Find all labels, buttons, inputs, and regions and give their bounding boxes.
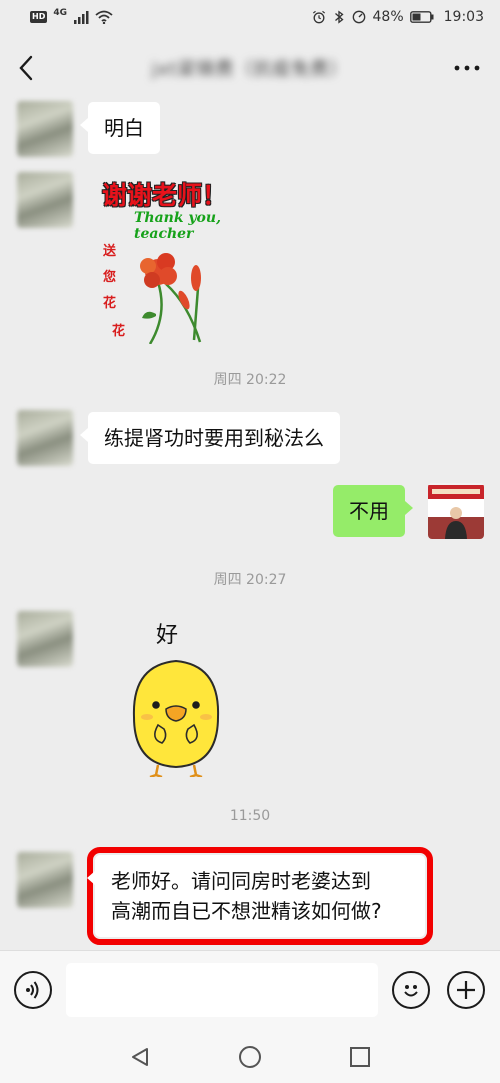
bluetooth-icon [334, 10, 344, 24]
plus-icon [457, 981, 475, 999]
sticker-char: 花 [103, 296, 117, 311]
flower-icon [140, 253, 202, 344]
sticker-title: 谢谢老师！ [102, 181, 228, 210]
message-bubble-received[interactable]: 练提肾功时要用到秘法么 [80, 412, 340, 464]
back-triangle-icon [132, 1047, 148, 1066]
nav-back-button[interactable] [125, 1042, 155, 1072]
contact-avatar[interactable] [17, 852, 73, 908]
message-bubble-received[interactable]: 明白 [80, 102, 160, 154]
emoji-button[interactable] [392, 971, 430, 1009]
timestamp: 周四 20:22 [213, 372, 287, 388]
signal-icon [74, 11, 89, 24]
message-input[interactable] [66, 963, 378, 1017]
sticker-char: 送 [103, 244, 117, 259]
nav-recents-button[interactable] [345, 1042, 375, 1072]
home-circle-icon [239, 1045, 261, 1068]
contact-avatar[interactable] [17, 101, 73, 157]
clock: 19:03 [443, 9, 484, 25]
timestamp: 周四 20:27 [213, 572, 287, 588]
message-list[interactable]: 明白 谢谢老师！ Thank you, teacher 送 您 花 花 周四 2… [0, 98, 500, 950]
sticker-char: 花 [112, 324, 126, 339]
my-avatar[interactable] [428, 483, 484, 539]
message-line: 老师好。请问同房时老婆达到 [111, 869, 371, 893]
more-dots-icon [454, 65, 480, 71]
nav-home-button[interactable] [235, 1042, 265, 1072]
wifi-icon [95, 10, 113, 24]
status-right: 48% 19:03 [311, 9, 484, 25]
contact-avatar[interactable] [17, 410, 73, 466]
status-bar: HD 4G 48% 19:03 [0, 0, 500, 34]
back-button[interactable] [18, 48, 48, 88]
recents-square-icon [350, 1046, 370, 1067]
sticker-label: 好 [156, 623, 179, 648]
voice-button[interactable] [14, 971, 52, 1009]
duck-sticker[interactable]: 好 [120, 613, 240, 778]
battery-percent: 48% [372, 9, 404, 25]
duck-icon [132, 659, 220, 777]
chevron-left-icon [19, 55, 33, 81]
speed-gauge-icon [352, 10, 365, 24]
status-left: HD 4G [30, 8, 113, 24]
message-line: 高潮而自已不想泄精该如何做? [111, 899, 382, 923]
chat-header: jxt梁锦费（抗疫免费） [0, 38, 500, 98]
contact-avatar[interactable] [17, 172, 73, 228]
thank-you-sticker[interactable]: 谢谢老师！ Thank you, teacher 送 您 花 花 [88, 174, 258, 346]
hd-badge: HD [30, 11, 48, 23]
voice-icon [26, 981, 39, 999]
chat-title: jxt梁锦费（抗疫免费） [151, 59, 349, 80]
message-bubble-received-highlighted[interactable]: 老师好。请问同房时老婆达到 高潮而自已不想泄精该如何做? [87, 847, 433, 945]
profile-photo-icon [428, 483, 484, 539]
contact-avatar[interactable] [17, 611, 73, 667]
emoji-icon [404, 985, 418, 997]
network-label: 4G [53, 8, 67, 18]
plus-button[interactable] [447, 971, 485, 1009]
alarm-icon [312, 10, 325, 24]
sticker-char: 您 [103, 270, 117, 285]
system-nav-bar [0, 1030, 500, 1083]
battery-icon [409, 11, 434, 23]
message-bubble-sent[interactable]: 不用 [333, 485, 413, 537]
sticker-subtitle: Thank you, teacher [134, 210, 221, 242]
timestamp: 11:50 [229, 808, 271, 824]
more-options-button[interactable] [452, 48, 482, 88]
input-bar [0, 950, 500, 1030]
